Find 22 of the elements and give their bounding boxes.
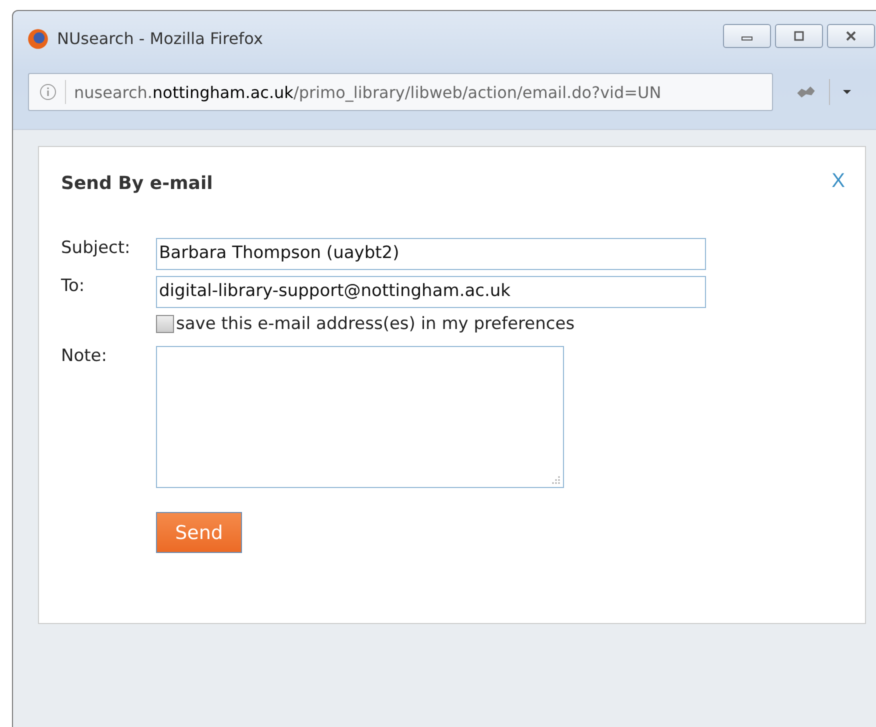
note-field[interactable] — [156, 346, 564, 488]
window-title: NUsearch - Mozilla Firefox — [57, 29, 263, 48]
caret-icon[interactable] — [842, 89, 852, 95]
close-button[interactable] — [827, 24, 875, 48]
resize-grip-icon[interactable] — [552, 476, 560, 484]
maximize-icon — [793, 30, 805, 40]
input-field[interactable]: digital-library-support@nottingham.ac.uk — [156, 276, 706, 308]
field-label: Subject: — [61, 238, 132, 258]
info-icon — [39, 83, 57, 101]
maximize-button[interactable] — [775, 24, 823, 48]
close-icon — [845, 30, 857, 40]
field-label: Note: — [61, 346, 108, 366]
field-label: To: — [61, 276, 86, 296]
checkbox-label: save this e-mail address(es) in my preferences — [176, 314, 575, 334]
address-bar[interactable]: nusearch.nottingham.ac.uk/primo_library/libweb/action/email.do?vid=UN — [28, 73, 773, 111]
checkbox[interactable] — [156, 315, 174, 333]
browser-logo-icon — [27, 28, 49, 50]
minimize-button[interactable] — [723, 24, 771, 48]
close-button[interactable]: X — [832, 169, 845, 193]
input-field[interactable]: Barbara Thompson (uaybt2) — [156, 238, 706, 270]
url-text: nusearch.nottingham.ac.uk/primo_library/libweb/action/email.do?vid=UN — [74, 82, 662, 102]
dialog-title: Send By e-mail — [61, 173, 213, 194]
